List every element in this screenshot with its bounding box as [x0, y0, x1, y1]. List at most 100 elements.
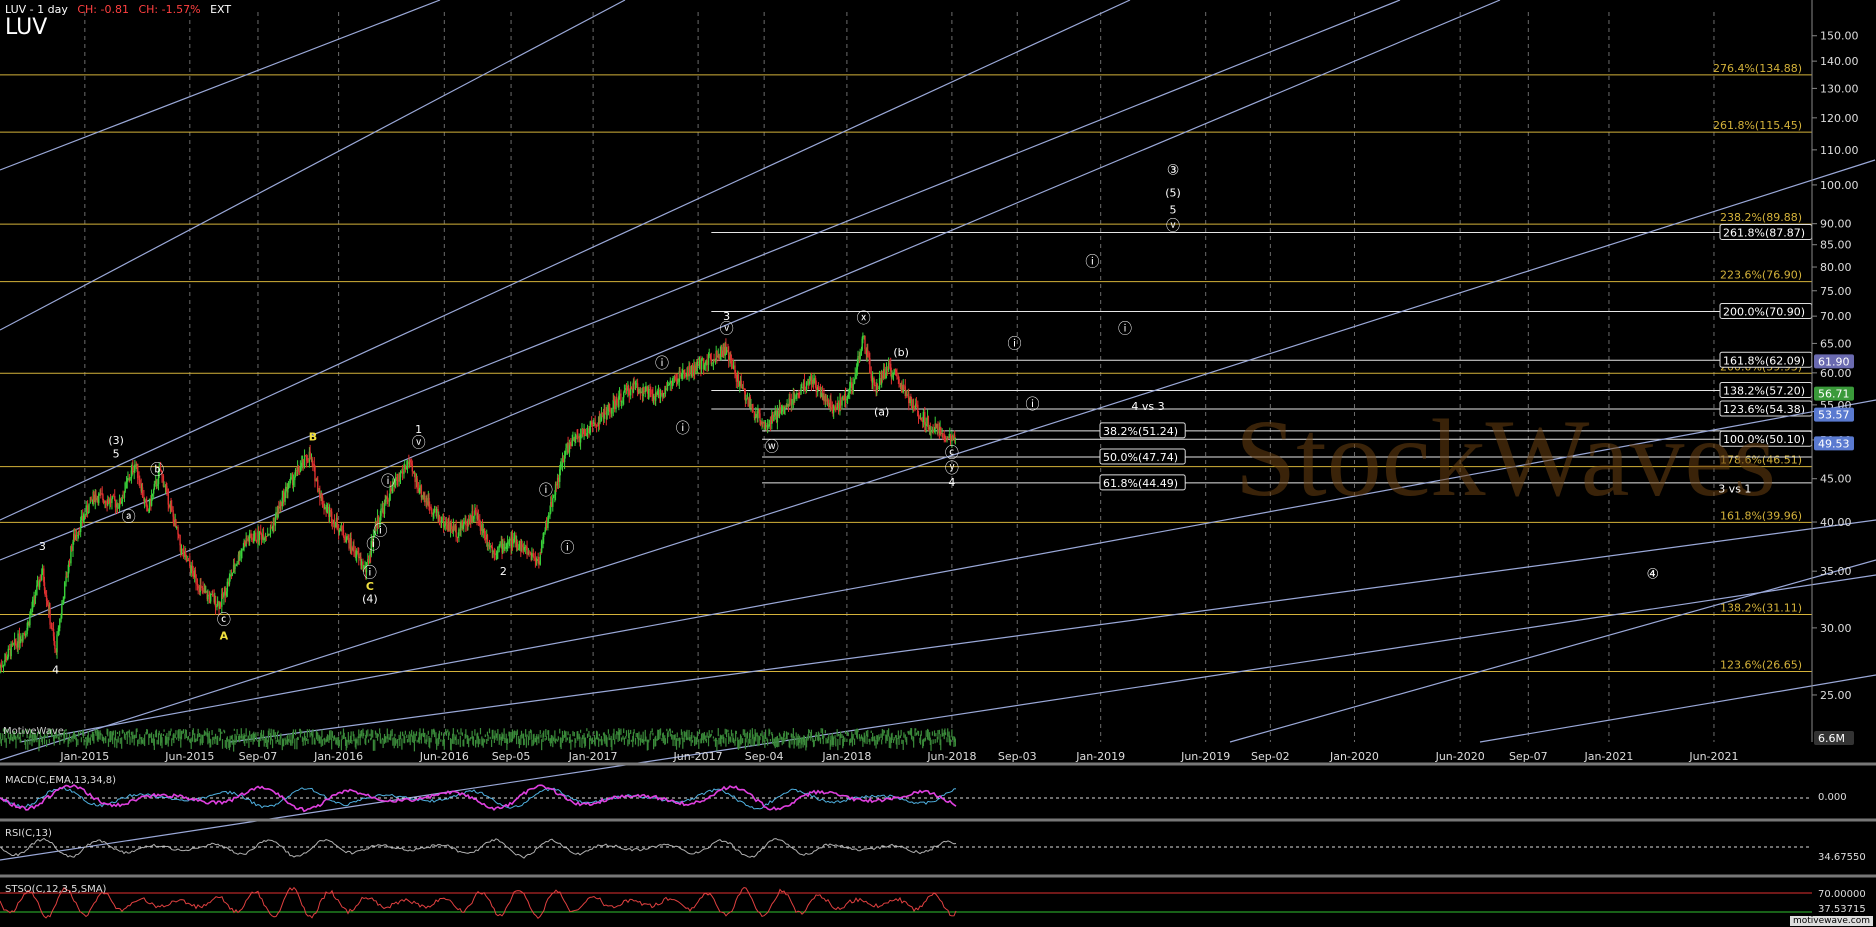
candle-body — [682, 370, 684, 375]
volume-bar — [689, 737, 691, 742]
volume-bar — [628, 733, 630, 745]
volume-bar — [173, 733, 175, 744]
volume-bar — [869, 738, 871, 745]
volume-bar — [308, 729, 311, 733]
volume-bar — [496, 734, 498, 741]
volume-bar — [676, 732, 678, 738]
candle-body — [190, 565, 192, 574]
volume-bar — [893, 737, 895, 741]
volume-bar — [486, 738, 488, 744]
candle-body — [209, 594, 212, 602]
candle-body — [98, 493, 100, 504]
volume-bar — [640, 734, 642, 743]
volume-bar — [810, 729, 813, 739]
candle-body — [893, 369, 895, 373]
wave-label: B — [309, 430, 317, 443]
candle-body — [815, 387, 818, 393]
candle-body — [949, 434, 952, 442]
candle-body — [630, 387, 633, 389]
volume-bar — [594, 737, 596, 747]
volume-bar — [557, 736, 559, 741]
fib-level-label: 276.4%(134.88) — [1713, 62, 1802, 75]
candle-body — [521, 544, 523, 548]
candle-body — [10, 643, 12, 657]
volume-bar — [746, 731, 749, 739]
candle-body — [12, 643, 14, 645]
volume-bar — [652, 738, 655, 750]
candle-body — [78, 530, 80, 533]
volume-bar — [456, 729, 459, 733]
fib-level-label: 261.8%(115.45) — [1713, 119, 1802, 132]
candle-body — [842, 398, 845, 401]
candle-body — [367, 559, 370, 563]
volume-bar — [221, 739, 224, 749]
volume-bar — [453, 734, 455, 745]
volume-bar — [791, 733, 793, 745]
candle-body — [146, 506, 149, 511]
wave-label: ⓧ — [857, 311, 871, 327]
candle-body — [470, 515, 472, 523]
candle-body — [740, 380, 742, 389]
volume-bar — [489, 736, 491, 740]
candle-body — [499, 545, 501, 547]
candle-body — [353, 545, 355, 552]
volume-bar — [525, 729, 527, 737]
volume-bar — [881, 739, 883, 745]
candle-body — [132, 466, 134, 473]
volume-bar — [118, 730, 121, 737]
volume-bar — [880, 733, 882, 738]
volume-bar — [492, 729, 494, 739]
volume-bar — [935, 733, 937, 737]
volume-bar — [657, 729, 660, 741]
candle-body — [584, 434, 587, 436]
volume-bar — [705, 738, 708, 743]
volume-bar — [586, 728, 588, 732]
candle-body — [937, 424, 939, 430]
volume-bar — [888, 728, 890, 737]
volume-bar — [589, 735, 591, 741]
fib-level-label: 138.2%(31.11) — [1720, 602, 1802, 615]
volume-bar — [176, 737, 178, 740]
candle-body — [623, 390, 626, 393]
volume-bar — [319, 736, 321, 744]
volume-bar — [764, 729, 767, 740]
candle-body — [803, 380, 806, 387]
volume-bar — [622, 735, 624, 740]
volume-bar — [900, 729, 902, 736]
volume-bar — [174, 734, 176, 738]
x-axis: Jan-2015 Jun-2015 Sep-07 Jan-2016 Jun-2016 Se… — [59, 750, 1738, 763]
volume-bar — [39, 737, 41, 747]
candle-body — [570, 443, 572, 447]
volume-bar — [219, 728, 222, 741]
candle-body — [255, 540, 258, 542]
x-tick-label: Sep-04 — [745, 750, 784, 763]
volume-bar — [945, 732, 947, 736]
volume-bar — [218, 728, 220, 732]
volume-bar — [511, 729, 514, 742]
candle-body — [317, 480, 319, 492]
candle-body — [346, 535, 348, 540]
volume-bar — [443, 739, 445, 750]
candle-body — [502, 543, 504, 553]
candle-body — [711, 362, 713, 364]
volume-bar — [15, 736, 17, 749]
volume-bar — [198, 733, 201, 737]
candle-body — [180, 549, 183, 554]
wave-label: ③ — [1167, 162, 1180, 178]
candle-body — [474, 510, 477, 512]
volume-bar — [83, 738, 85, 746]
candle-body — [550, 501, 553, 507]
candle-body — [216, 601, 219, 606]
macd-value-2: -1.084 — [1818, 804, 1850, 815]
volume-bar — [155, 729, 158, 738]
candle-body — [698, 359, 701, 364]
wave-label: ⓐ — [122, 509, 136, 525]
candle-body — [752, 408, 754, 412]
candle-body — [7, 648, 10, 658]
candle-body — [163, 486, 165, 488]
candle-body — [122, 497, 124, 499]
y-tick-label: 120.00 — [1820, 112, 1859, 125]
volume-bar — [472, 736, 475, 746]
candle-body — [703, 364, 706, 370]
volume-bar — [732, 737, 735, 744]
